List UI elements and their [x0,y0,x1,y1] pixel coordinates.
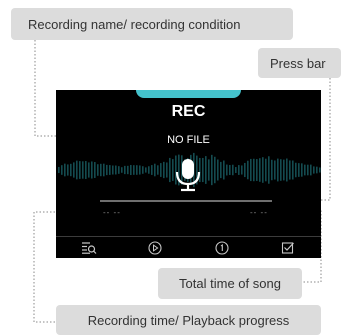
screen-top-tab [136,90,241,98]
progress-bar[interactable] [100,200,272,202]
waveform-bar [313,166,315,174]
waveform-bar [85,161,87,179]
waveform-bar [268,156,270,184]
play-icon [148,240,162,255]
waveform-bar [166,162,168,178]
waveform-bar [229,165,231,175]
waveform-bar [295,162,297,178]
waveform-bar [124,165,126,175]
waveform-bar [106,164,108,176]
list-search-icon [82,242,97,254]
waveform-bar [250,158,252,182]
waveform-bar [244,162,246,178]
waveform-bar [259,158,261,182]
waveform-bar [304,164,306,176]
waveform-bar [121,167,123,173]
waveform-bar [289,160,291,180]
one-icon [215,240,229,255]
waveform-bar [238,165,240,175]
waveform-bar [70,163,72,177]
waveform-bar [214,156,216,184]
waveform-bar [76,160,78,180]
waveform-bar [130,164,132,176]
file-name: NO FILE [167,134,210,146]
waveform-bar [208,159,210,181]
waveform-bar [316,166,318,174]
waveform-bar [154,163,156,177]
waveform-bar [139,165,141,175]
waveform-bar [151,165,153,175]
waveform-bar [310,164,312,176]
waveform-bar [73,162,75,178]
waveform-bar [115,165,117,175]
waveform-bar [235,167,237,173]
waveform-bar [109,165,111,175]
waveform-bar [82,161,84,179]
waveform-bar [280,159,282,181]
waveform-bar [265,158,267,182]
waveform-bar [103,163,105,177]
waveform-bar [79,161,81,179]
play-button[interactable] [122,237,188,258]
waveform-bar [58,166,60,174]
waveform-bar [94,162,96,178]
waveform-bar [256,159,258,181]
waveform-bar [271,159,273,181]
waveform-bar [136,165,138,175]
waveform-bar [247,160,249,180]
waveform-bar [112,165,114,175]
microphone-icon [175,159,201,192]
one-button[interactable] [189,237,255,258]
confirm-button[interactable] [255,237,321,258]
elapsed-time: -- -- [103,208,121,217]
device-screen: REC NO FILE -- -- -- -- [56,90,321,258]
waveform-bar [133,165,135,175]
waveform-bar [232,164,234,176]
waveform-bar [97,164,99,176]
button-bar [56,237,321,258]
waveform-bar [127,165,129,175]
waveform-bar [142,166,144,174]
waveform-bar [148,166,150,174]
waveform-bar [262,157,264,183]
waveform-bar [163,161,165,179]
waveform-bar [286,158,288,182]
waveform-bar [226,164,228,176]
waveform-bar [253,158,255,182]
waveform-bar [274,160,276,180]
waveform-bar [319,167,321,173]
screen-title: REC [171,103,206,120]
waveform-bar [307,164,309,176]
waveform-bar [67,164,69,176]
waveform-bar [241,165,243,175]
waveform-bar [301,163,303,177]
waveform-bar [64,163,66,177]
waveform-bar [277,158,279,182]
waveform-bar [118,166,120,174]
waveform-bar [88,162,90,178]
waveform-bar [292,160,294,180]
waveform-bar [223,160,225,180]
checkbox-icon [281,241,294,254]
waveform-bar [298,163,300,177]
total-time: -- -- [250,208,268,217]
waveform-bar [100,163,102,177]
waveform-bar [217,159,219,181]
waveform-bar [220,161,222,179]
waveform-bar [157,165,159,175]
waveform-bar [61,165,63,175]
waveform-bar [145,167,147,173]
list-search-button[interactable] [56,237,122,258]
waveform-bar [211,154,213,186]
waveform-bar [283,159,285,181]
waveform-bar [91,161,93,179]
waveform-bar [160,163,162,177]
